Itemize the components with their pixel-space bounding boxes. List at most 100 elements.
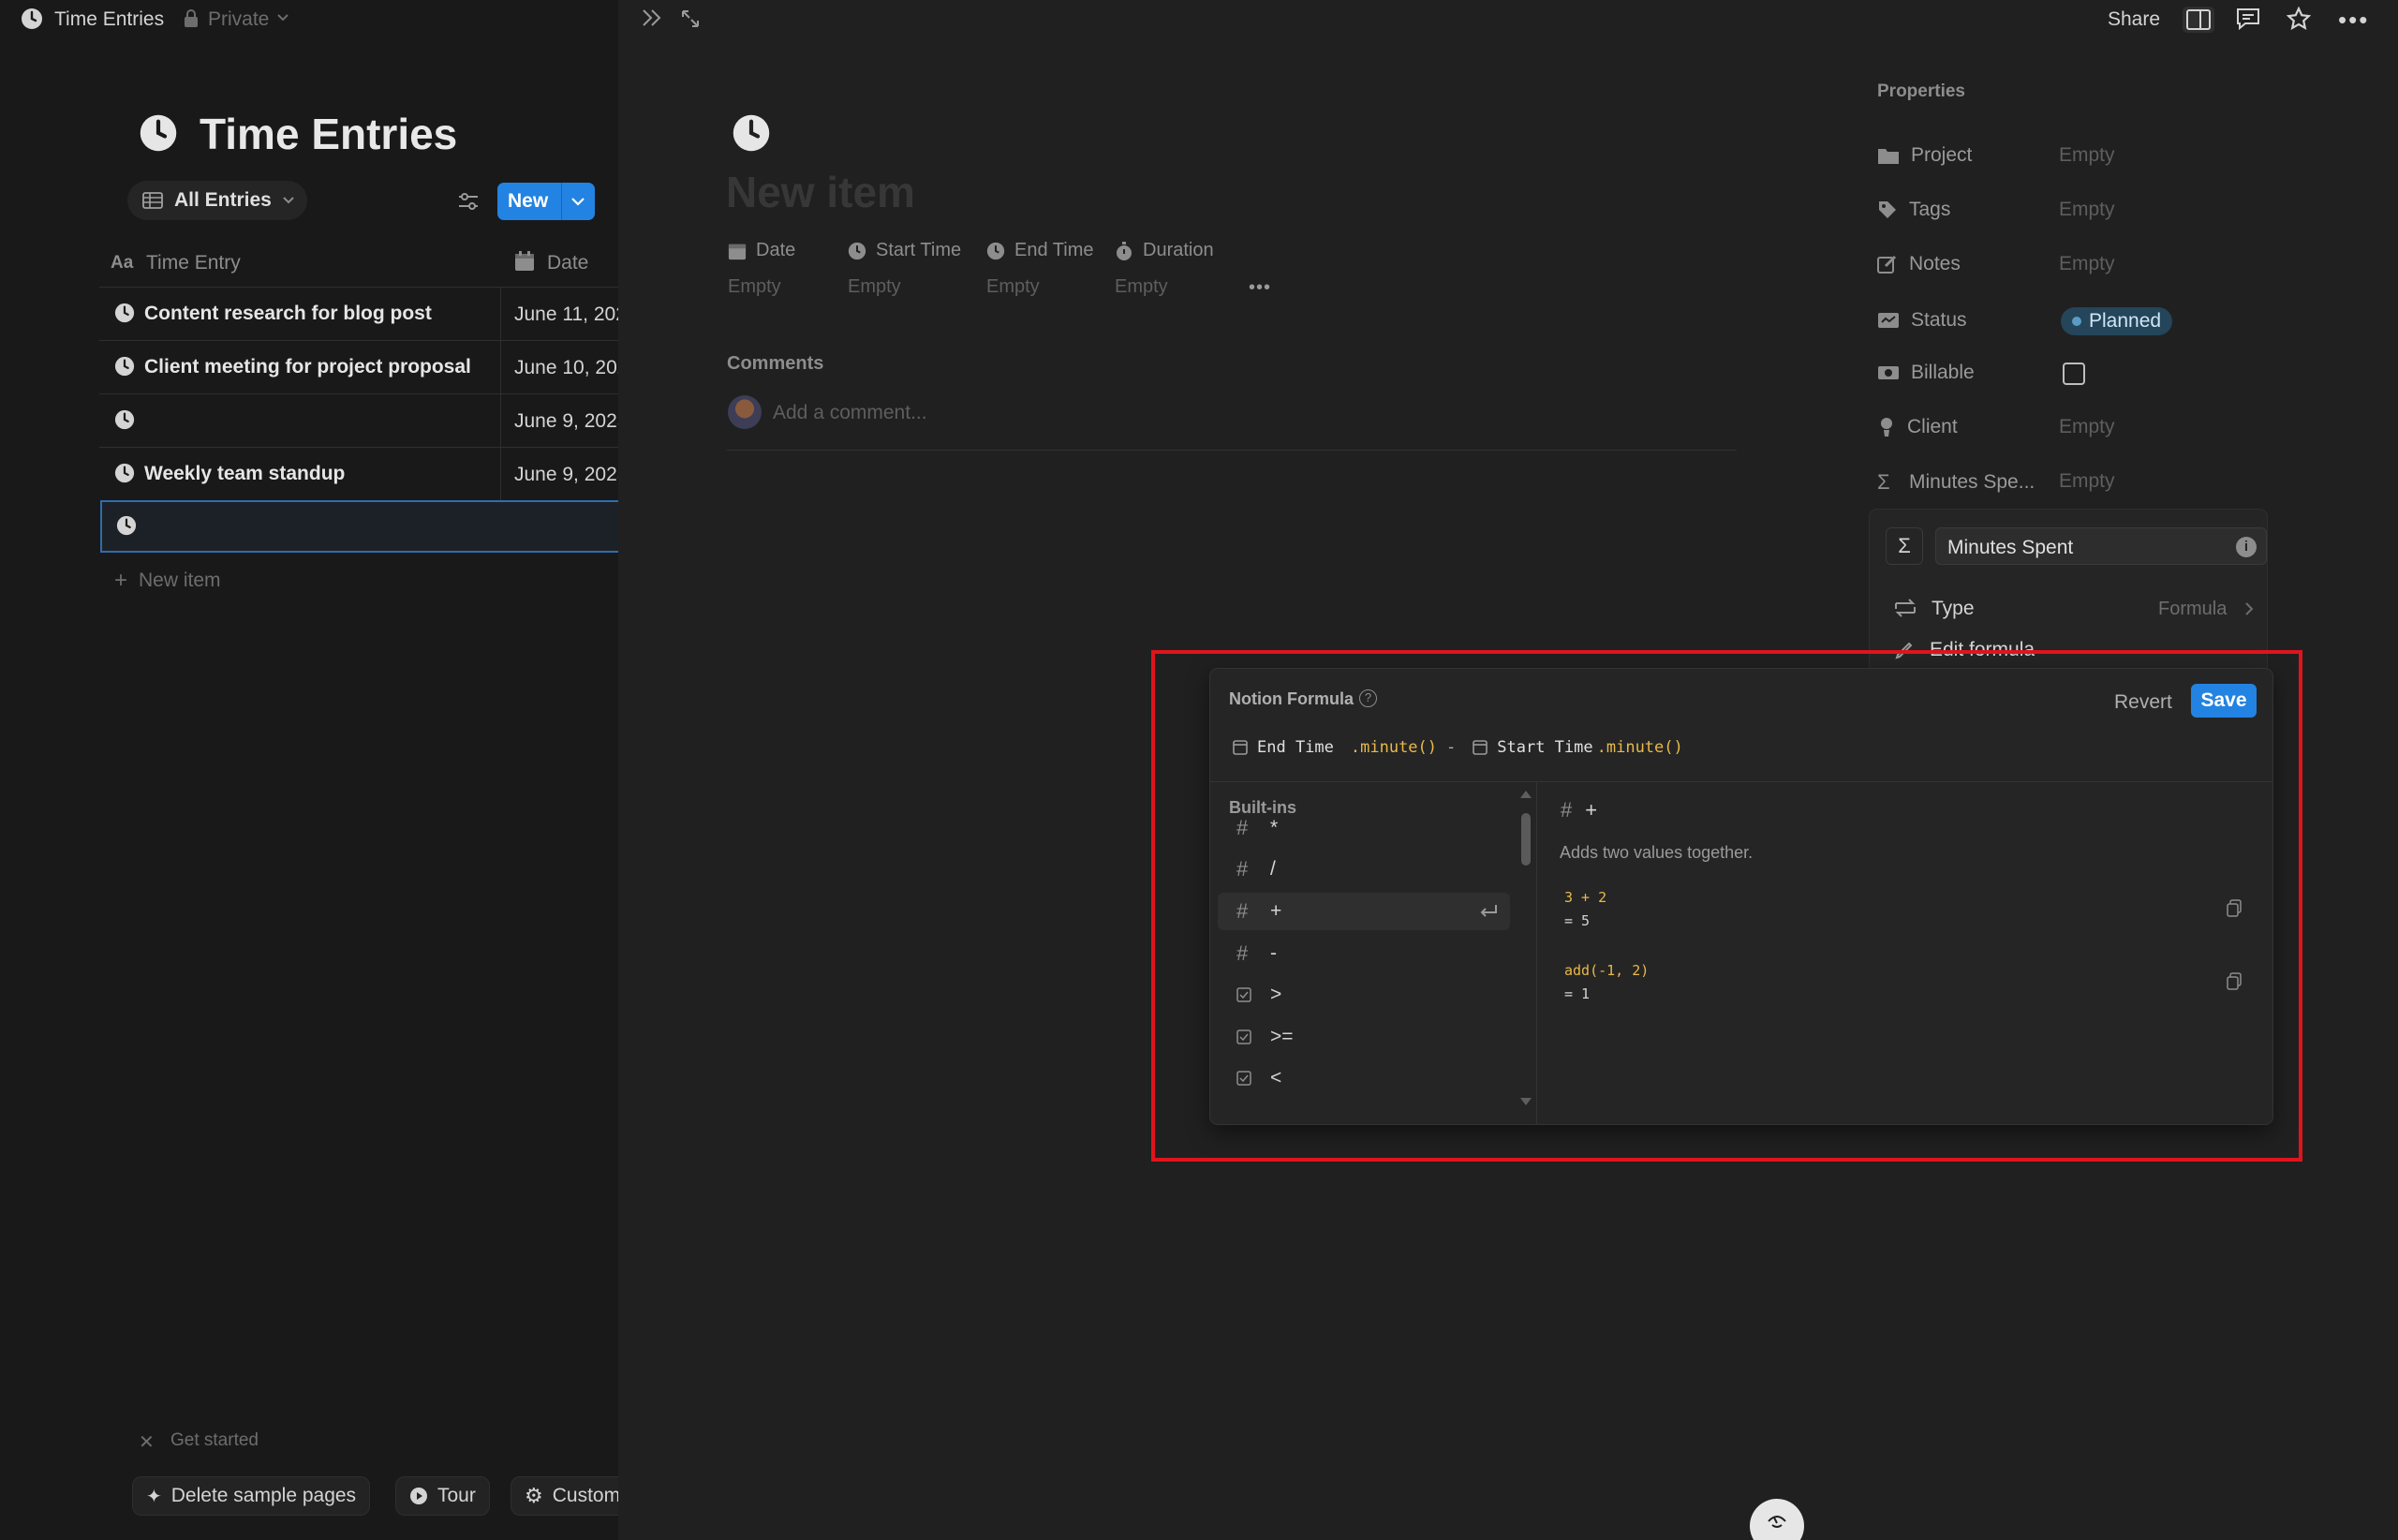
tour-button[interactable]: Tour [395,1476,490,1516]
billable-checkbox[interactable] [2063,363,2085,385]
status-value: Planned [2089,310,2162,332]
comments-label: Comments [727,353,824,374]
property-value[interactable]: Empty [2059,470,2115,493]
edit-icon [1877,254,1898,274]
property-label: Tags [1909,199,1951,220]
folder-icon [1877,146,1900,165]
clock-icon [114,463,135,483]
property-value[interactable]: Empty [2059,199,2115,221]
page-clock-icon[interactable] [732,113,771,153]
property-label: Project [1911,144,1973,166]
property-value[interactable]: Empty [2059,416,2115,438]
property-value[interactable]: Empty [986,276,1093,298]
property-value[interactable]: Empty [728,276,795,298]
new-button-label: New [508,190,549,212]
property-value[interactable]: Empty [848,276,961,298]
table-row[interactable]: Client meeting for project proposal June… [99,341,618,393]
property-label: Minutes Spe... [1909,471,2035,493]
property-date[interactable]: Date Empty [728,240,795,298]
chevron-down-icon[interactable] [277,13,289,22]
view-tab-label: All Entries [174,189,272,211]
status-badge[interactable]: Planned [2061,307,2173,335]
new-button[interactable]: New [497,183,595,220]
clock-icon [848,242,866,260]
more-icon[interactable]: ••• [2338,6,2369,35]
property-client[interactable]: Client Empty [1877,416,2252,440]
customize-label: Custom [552,1485,618,1506]
comment-input[interactable]: Add a comment... [773,402,927,424]
row-date: June 9, 2025 [514,410,618,432]
customize-button[interactable]: ⚙ Custom [511,1476,618,1516]
chevron-down-icon[interactable] [562,197,585,206]
expand-icon[interactable] [680,8,701,29]
delete-sample-pages-button[interactable]: ✦ Delete sample pages [132,1476,371,1516]
tag-icon [1877,200,1898,220]
new-item-row[interactable]: + New item [114,568,221,594]
star-icon[interactable] [2287,7,2311,31]
info-icon[interactable]: i [2236,537,2257,557]
property-label: Duration [1143,240,1214,260]
database-panel: Time Entries Private Time Entries All En… [0,0,618,1540]
delete-sample-pages-label: Delete sample pages [170,1485,357,1506]
property-name-field[interactable]: Minutes Spent i [1935,527,2267,565]
table-icon [142,192,163,209]
divider [727,450,1737,451]
close-icon[interactable]: ✕ [139,1430,155,1454]
property-label: Billable [1911,362,1975,383]
gear-icon: ⚙ [525,1484,543,1507]
table-row[interactable]: Weekly team standup June 9, 2025 [99,448,618,500]
table-row[interactable]: Content research for blog post June 11, … [99,288,618,340]
property-notes[interactable]: Notes Empty [1877,253,2252,277]
avatar [728,395,762,429]
column-header-date[interactable]: Date [547,252,588,274]
privacy-label[interactable]: Private [208,8,269,31]
calendar-icon [514,251,535,272]
property-label: End Time [1014,240,1094,260]
property-tags[interactable]: Tags Empty [1877,199,2252,223]
sidebar-layout-icon[interactable] [2183,7,2214,33]
property-value[interactable]: Empty [2059,144,2115,167]
property-name-value: Minutes Spent [1947,537,2074,558]
chevron-right-icon [2244,601,2254,616]
property-project[interactable]: Project Empty [1877,144,2252,169]
property-start-time[interactable]: Start Time Empty [848,240,961,298]
table-row-selected[interactable] [100,500,618,553]
property-status[interactable]: Status Planned [1877,307,2252,335]
property-duration[interactable]: Duration Empty [1115,240,1214,298]
close-peek-icon[interactable] [641,7,663,28]
person-icon [1877,417,1896,437]
comment-icon[interactable] [2236,7,2260,30]
clock-icon [116,515,137,536]
sigma-icon: Σ [1877,470,1890,494]
play-icon [409,1487,428,1505]
page-title-input[interactable]: New item [726,167,915,217]
type-row[interactable]: Type Formula [1892,596,2259,624]
type-label: Type [1932,598,1975,619]
property-value[interactable]: Empty [1115,276,1214,298]
more-properties-icon[interactable]: ••• [1249,277,1271,299]
status-dot [2072,317,2081,326]
type-icon [1892,596,1918,620]
property-label: Client [1907,416,1958,437]
share-button[interactable]: Share [2108,8,2160,31]
new-item-label: New item [139,570,221,591]
property-label: Notes [1909,253,1961,274]
property-minutes-spent[interactable]: Σ Minutes Spe... Empty [1877,470,2252,495]
filter-sliders-icon[interactable] [457,191,480,212]
clock-icon[interactable] [139,113,178,153]
help-face-icon [1763,1512,1791,1531]
stopwatch-icon [1115,241,1133,261]
table-row[interactable]: June 9, 2025 [99,394,618,447]
clock-icon [21,7,43,30]
property-end-time[interactable]: End Time Empty [986,240,1093,298]
column-header-time-entry[interactable]: Time Entry [146,252,241,274]
row-title: Weekly team standup [144,463,346,484]
database-title[interactable]: Time Entries [200,109,457,159]
property-value[interactable]: Empty [2059,253,2115,275]
property-billable[interactable]: Billable [1877,362,2252,388]
get-started-label: Get started [170,1430,259,1450]
property-label: Start Time [876,240,962,260]
clock-icon [986,242,1005,260]
breadcrumb-title[interactable]: Time Entries [54,8,164,31]
view-tab-all-entries[interactable]: All Entries [127,181,307,220]
